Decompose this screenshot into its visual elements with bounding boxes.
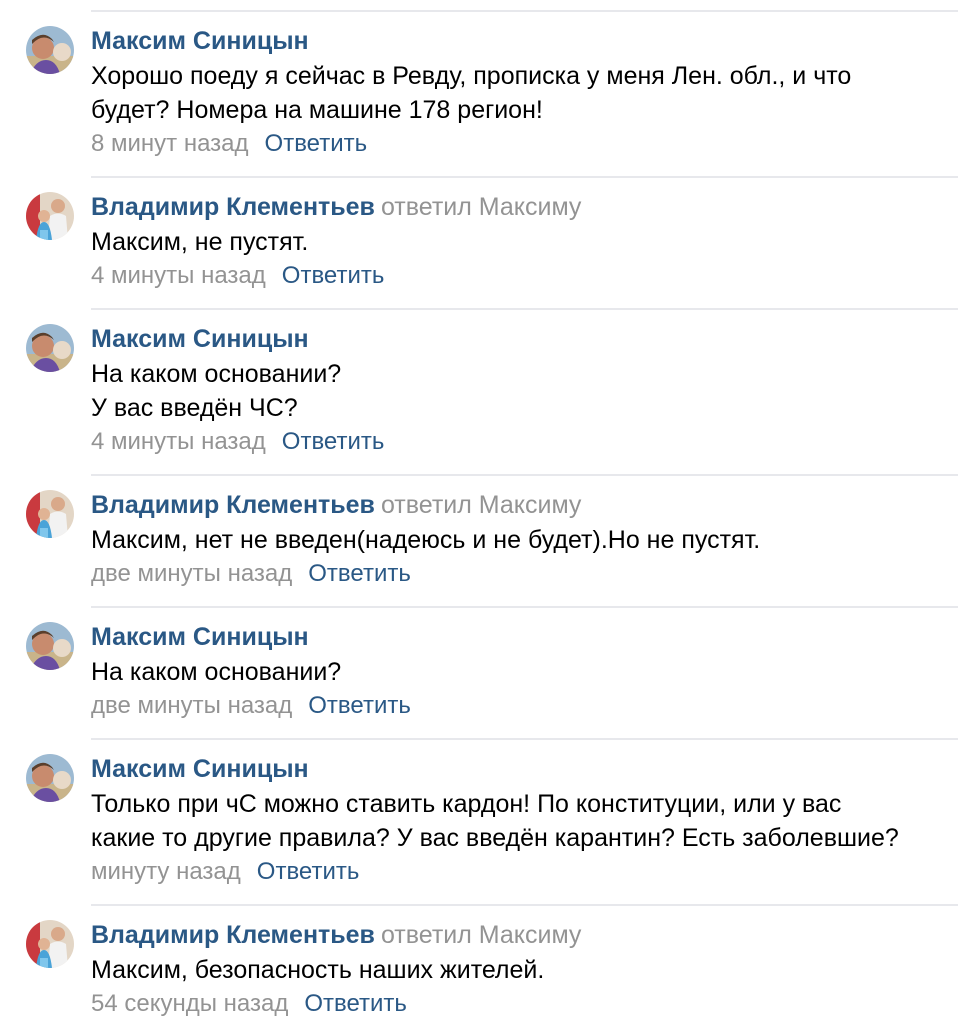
author-name[interactable]: Владимир Клементьев: [91, 491, 375, 519]
avatar-maxim-icon: [26, 754, 74, 802]
author-name[interactable]: Максим Синицын: [91, 755, 309, 783]
avatar-maxim-icon: [26, 26, 74, 74]
comment-time[interactable]: 4 минуты назад: [91, 428, 266, 455]
comment-text: Хорошо поеду я сейчас в Ревду, прописка …: [91, 59, 948, 127]
reply-to-label: ответил Максиму: [380, 921, 582, 949]
comment-text: На каком основании?: [91, 655, 948, 689]
avatar-maxim-icon: [26, 324, 74, 372]
comment-text-line: Максим, безопасность наших жителей.: [91, 956, 545, 984]
comment-text-line: Хорошо поеду я сейчас в Ревду, прописка …: [91, 62, 852, 90]
comment-text: Максим, нет не введен(надеюсь и не будет…: [91, 523, 948, 557]
comment-item: Максим Синицын На каком основании? У вас…: [0, 310, 968, 476]
comment-item: Максим Синицын Только при чС можно стави…: [0, 740, 968, 906]
comment-text: На каком основании? У вас введён ЧС?: [91, 357, 948, 425]
author-name[interactable]: Максим Синицын: [91, 27, 309, 55]
reply-button[interactable]: Ответить: [282, 428, 385, 455]
avatar[interactable]: [26, 622, 74, 670]
comment-item: Максим Синицын Хорошо поеду я сейчас в Р…: [0, 12, 968, 178]
reply-button[interactable]: Ответить: [308, 560, 411, 587]
author-name[interactable]: Владимир Клементьев: [91, 193, 375, 221]
avatar[interactable]: [26, 754, 74, 802]
avatar-vladimir-icon: [26, 192, 74, 240]
avatar[interactable]: [26, 324, 74, 372]
comment-text: Только при чС можно ставить кардон! По к…: [91, 787, 948, 855]
avatar[interactable]: [26, 490, 74, 538]
comment-text-line: У вас введён ЧС?: [91, 394, 298, 422]
comment-thread: Максим Синицын Хорошо поеду я сейчас в Р…: [0, 0, 968, 1024]
comment-time[interactable]: 8 минут назад: [91, 130, 249, 157]
comment-text-line: какие то другие правила? У вас введён ка…: [91, 824, 899, 852]
comment-item: Владимир Клементьев ответил Максиму Макси…: [0, 476, 968, 608]
comment-time[interactable]: минуту назад: [91, 858, 241, 885]
avatar-maxim-icon: [26, 622, 74, 670]
reply-to-label: ответил Максиму: [380, 193, 582, 221]
avatar-vladimir-icon: [26, 490, 74, 538]
avatar[interactable]: [26, 920, 74, 968]
reply-button[interactable]: Ответить: [265, 130, 368, 157]
comment-text-line: Максим, не пустят.: [91, 228, 309, 256]
reply-button[interactable]: Ответить: [257, 858, 360, 885]
comment-text-line: На каком основании?: [91, 658, 342, 686]
comment-text-line: На каком основании?: [91, 360, 342, 388]
comment-text: Максим, не пустят.: [91, 225, 948, 259]
comment-item: Владимир Клементьев ответил Максиму Макси…: [0, 906, 968, 1024]
comment-time[interactable]: 54 секунды назад: [91, 990, 288, 1017]
reply-button[interactable]: Ответить: [282, 262, 385, 289]
author-name[interactable]: Владимир Клементьев: [91, 921, 375, 949]
comment-item: Максим Синицын На каком основании? две м…: [0, 608, 968, 740]
comment-time[interactable]: две минуты назад: [91, 692, 292, 719]
comment-text-line: будет? Номера на машине 178 регион!: [91, 96, 543, 124]
avatar[interactable]: [26, 26, 74, 74]
comment-text-line: Максим, нет не введен(надеюсь и не будет…: [91, 526, 761, 554]
comment-item: Владимир Клементьев ответил Максиму Макси…: [0, 178, 968, 310]
reply-button[interactable]: Ответить: [304, 990, 407, 1017]
reply-button[interactable]: Ответить: [308, 692, 411, 719]
comment-time[interactable]: 4 минуты назад: [91, 262, 266, 289]
comment-time[interactable]: две минуты назад: [91, 560, 292, 587]
avatar[interactable]: [26, 192, 74, 240]
comment-text: Максим, безопасность наших жителей.: [91, 953, 948, 987]
comment-text-line: Только при чС можно ставить кардон! По к…: [91, 790, 842, 818]
reply-to-label: ответил Максиму: [380, 491, 582, 519]
avatar-vladimir-icon: [26, 920, 74, 968]
author-name[interactable]: Максим Синицын: [91, 325, 309, 353]
author-name[interactable]: Максим Синицын: [91, 623, 309, 651]
